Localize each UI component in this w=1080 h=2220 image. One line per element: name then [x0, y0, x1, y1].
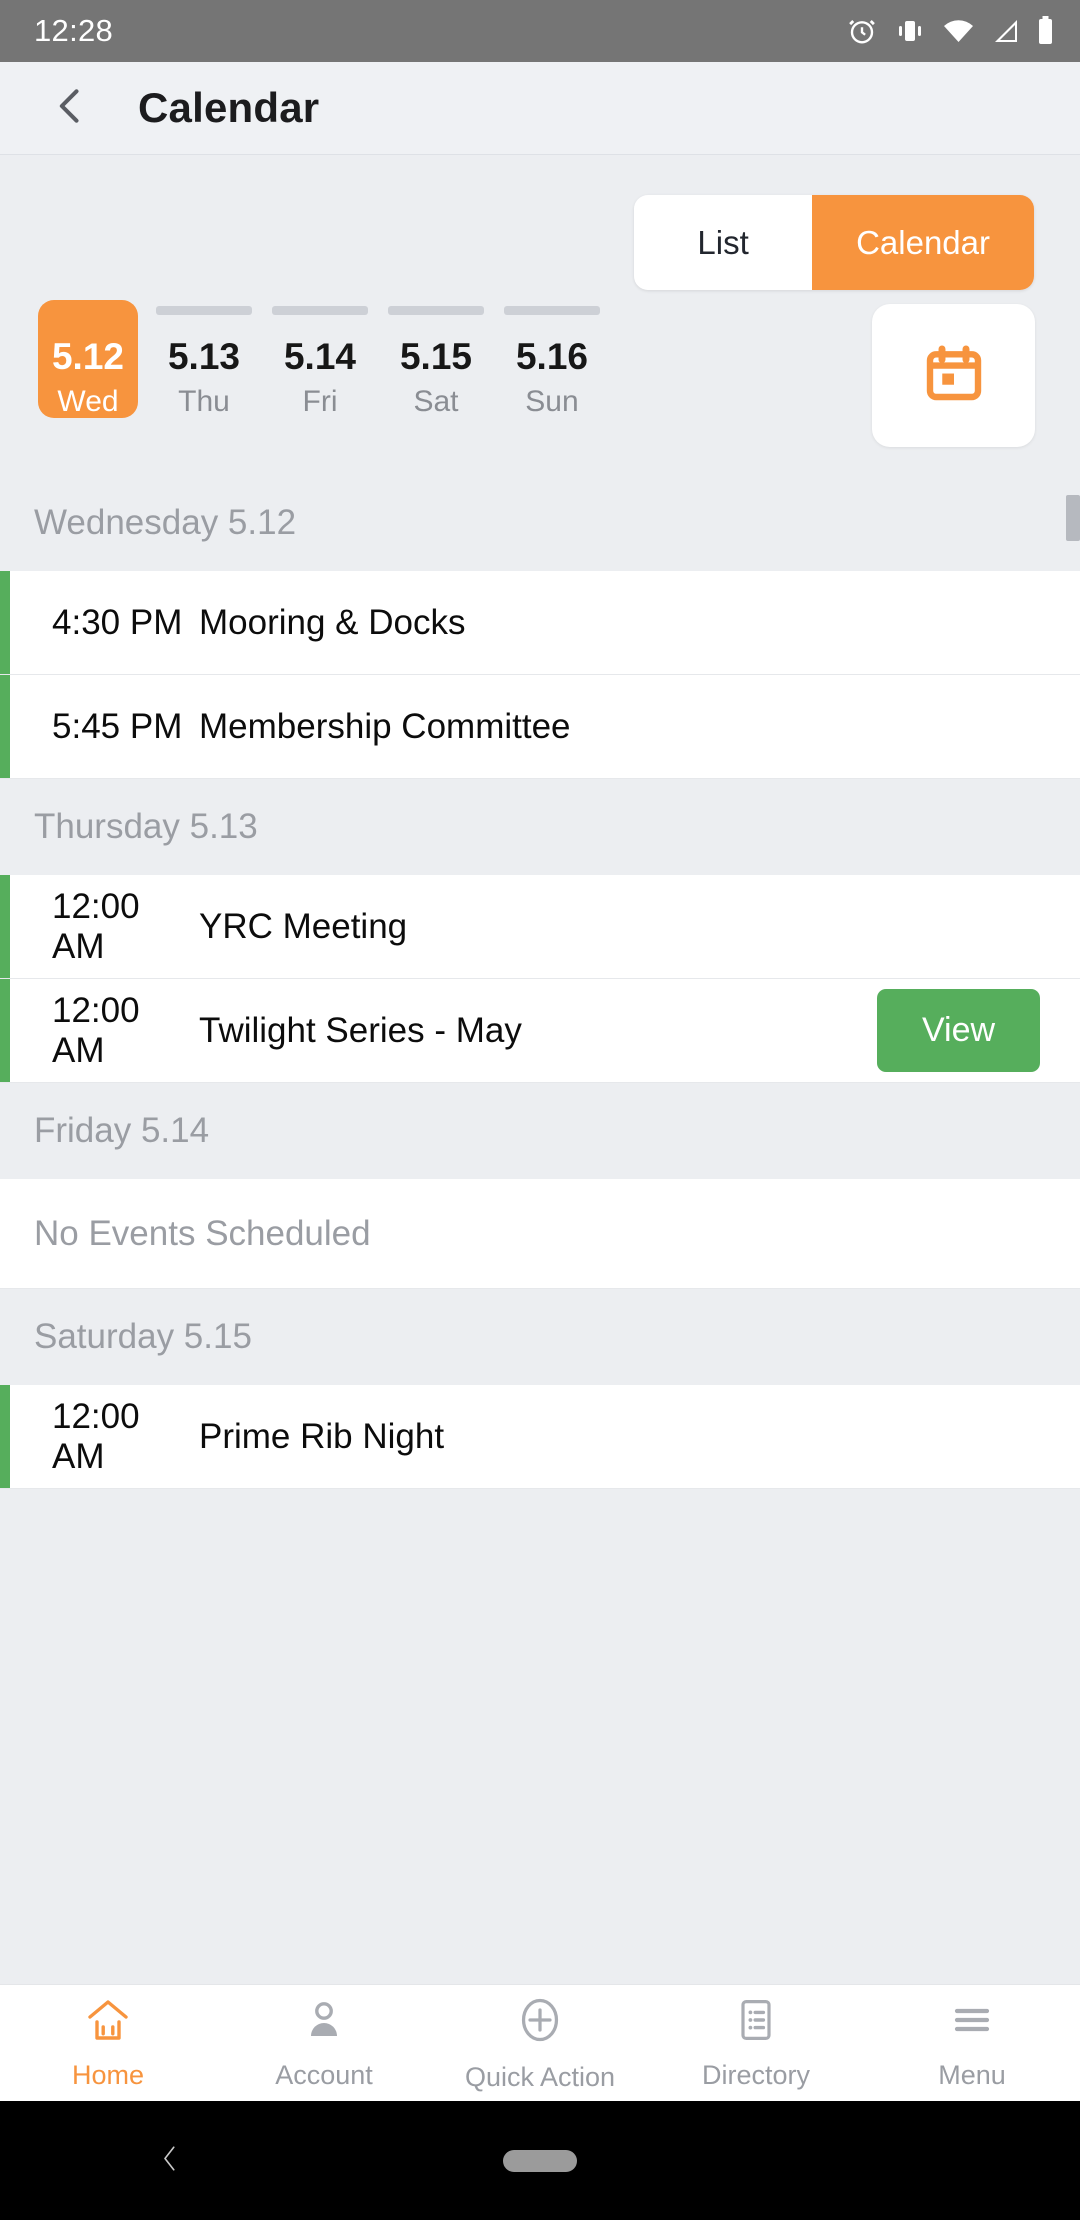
tab-label: Home — [71, 2059, 145, 2090]
tab-calendar[interactable]: Calendar — [812, 195, 1034, 290]
page-title: Calendar — [138, 84, 320, 131]
alarm-icon — [847, 16, 877, 46]
date-chip-bar — [504, 306, 600, 315]
tab-label: Menu — [938, 2059, 1006, 2090]
date-chip-date: 5.13 — [167, 336, 240, 377]
tab-list[interactable]: List — [634, 195, 813, 290]
agenda-group-header: Thursday 5.13 — [0, 779, 1080, 875]
date-chip-date: 5.16 — [515, 336, 588, 377]
hamburger-icon — [947, 1996, 997, 2049]
event-title: Mooring & Docks — [199, 602, 466, 642]
date-chip-weekday: Sun — [525, 385, 579, 418]
nav-back-icon[interactable] — [155, 2135, 185, 2186]
status-bar: 12:28 — [0, 0, 1080, 62]
date-chip-weekday: Thu — [178, 385, 230, 418]
android-nav-bar — [0, 2101, 1080, 2220]
date-chip-date: 5.14 — [283, 336, 356, 377]
bottom-tab-bar: Home Account Quick Action Directory Menu — [0, 1984, 1080, 2101]
event-time: 12:00 AM — [52, 990, 140, 1070]
home-icon — [82, 1996, 134, 2049]
view-toggle: List Calendar — [634, 195, 1034, 290]
app-header: Calendar — [0, 62, 1080, 155]
agenda-event-row[interactable]: 12:00 AM Prime Rib Night — [0, 1385, 1080, 1489]
vibrate-icon — [894, 18, 926, 44]
date-chip-bar — [272, 306, 368, 315]
event-view-button[interactable]: View — [877, 989, 1040, 1072]
tab-directory[interactable]: Directory — [648, 1985, 864, 2101]
agenda-group-header: Wednesday 5.12 — [0, 475, 1080, 571]
event-time: 12:00 AM — [52, 1396, 140, 1476]
tab-home[interactable]: Home — [0, 1985, 216, 2101]
date-chip-list: 5.12 Wed 5.13 Thu 5.14 Fri 5.15 Sat 5.16 — [30, 300, 610, 418]
date-chip-date: 5.12 — [51, 336, 124, 377]
scrollbar-thumb[interactable] — [1066, 495, 1080, 541]
plus-circle-icon — [514, 1994, 566, 2051]
status-icon-group — [847, 16, 1054, 46]
agenda-event-row[interactable]: 4:30 PM Mooring & Docks — [0, 571, 1080, 675]
event-accent-bar — [0, 675, 10, 778]
date-chip-weekday: Fri — [302, 385, 338, 418]
agenda-list[interactable]: Wednesday 5.12 4:30 PM Mooring & Docks 5… — [0, 475, 1080, 1984]
calendar-picker-icon — [922, 341, 986, 410]
app-screen: 12:28 Calendar List Calendar 5.12 Wed 5.… — [0, 0, 1080, 2220]
date-chip-0[interactable]: 5.12 Wed — [30, 300, 146, 418]
tab-label: Account — [275, 2059, 373, 2090]
agenda-event-row[interactable]: 12:00 AM YRC Meeting — [0, 875, 1080, 979]
agenda-event-row[interactable]: 12:00 AM Twilight Series - May View — [0, 979, 1080, 1083]
chevron-left-icon — [49, 82, 93, 135]
nav-home-pill[interactable] — [503, 2149, 577, 2172]
status-time: 12:28 — [34, 13, 114, 48]
date-chip-weekday: Sat — [413, 385, 459, 418]
event-time: 4:30 PM — [52, 602, 183, 642]
date-chip-3[interactable]: 5.15 Sat — [378, 300, 494, 417]
event-title: YRC Meeting — [199, 906, 408, 946]
date-chip-bar — [156, 306, 252, 315]
event-title: Membership Committee — [199, 706, 571, 746]
date-chip-4[interactable]: 5.16 Sun — [494, 300, 610, 417]
agenda-event-row[interactable]: 5:45 PM Membership Committee — [0, 675, 1080, 779]
date-chip-bar — [388, 306, 484, 315]
date-chip-date: 5.15 — [399, 336, 472, 377]
event-time: 12:00 AM — [52, 886, 140, 966]
tab-label: Directory — [701, 2059, 810, 2090]
event-time: 5:45 PM — [52, 706, 183, 746]
date-chip-1[interactable]: 5.13 Thu — [146, 300, 262, 417]
event-accent-bar — [0, 875, 10, 978]
tab-account[interactable]: Account — [216, 1985, 432, 2101]
event-title: Twilight Series - May — [199, 1010, 522, 1050]
agenda-group-header: Friday 5.14 — [0, 1083, 1080, 1179]
date-picker-button[interactable] — [872, 304, 1035, 447]
battery-icon — [1037, 16, 1054, 46]
agenda-group-header: Saturday 5.15 — [0, 1289, 1080, 1385]
wifi-icon — [943, 18, 974, 44]
event-accent-bar — [0, 1385, 10, 1488]
back-button[interactable] — [36, 73, 106, 143]
date-chip-2[interactable]: 5.14 Fri — [262, 300, 378, 417]
signal-icon — [991, 18, 1020, 44]
date-strip: 5.12 Wed 5.13 Thu 5.14 Fri 5.15 Sat 5.16 — [0, 300, 1080, 475]
tab-quick-action[interactable]: Quick Action — [432, 1985, 648, 2101]
list-document-icon — [732, 1996, 780, 2049]
agenda-empty-state: No Events Scheduled — [0, 1179, 1080, 1289]
view-toggle-bar: List Calendar — [0, 155, 1080, 300]
event-accent-bar — [0, 979, 10, 1082]
tab-menu[interactable]: Menu — [864, 1985, 1080, 2101]
event-title: Prime Rib Night — [199, 1416, 445, 1456]
event-accent-bar — [0, 571, 10, 674]
date-chip-weekday: Wed — [57, 385, 119, 418]
person-icon — [300, 1996, 348, 2049]
tab-label: Quick Action — [464, 2061, 616, 2092]
